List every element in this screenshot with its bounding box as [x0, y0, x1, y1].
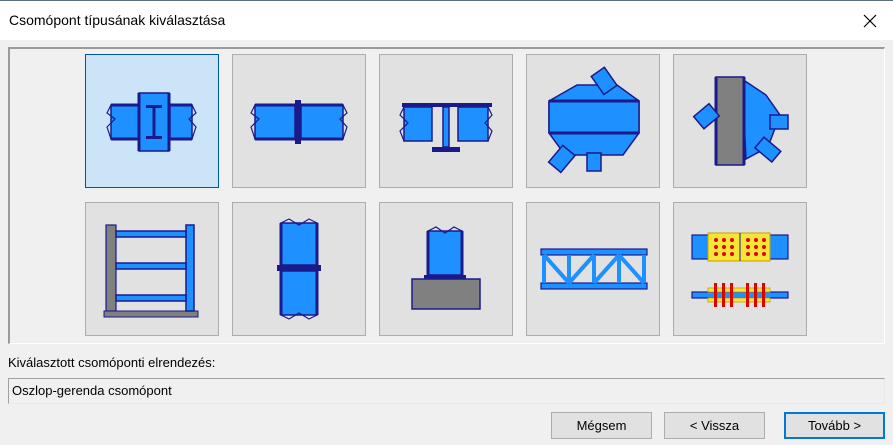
frame-base-icon [103, 224, 199, 318]
tile-column-beam-joint[interactable] [85, 54, 219, 188]
joint-type-grid [8, 47, 885, 344]
beam-to-beam-joint-icon [399, 103, 493, 152]
close-button[interactable] [847, 1, 893, 40]
selected-layout-field: Oszlop-gerenda csomópont [8, 378, 885, 404]
selected-layout-label: Kiválasztott csomóponti elrendezés: [8, 355, 216, 370]
tile-truss-node[interactable] [526, 54, 660, 188]
cancel-button[interactable]: Mégsem [551, 412, 652, 439]
tile-beam-splice[interactable] [232, 54, 366, 188]
truss-icon [540, 248, 648, 290]
tile-beam-to-beam-joint[interactable] [379, 54, 513, 188]
back-button[interactable]: < Vissza [664, 412, 765, 439]
next-button[interactable]: Tovább > [784, 412, 885, 439]
beam-splice-icon [250, 100, 348, 144]
tile-brace-gusset-joint[interactable] [673, 54, 807, 188]
column-base-icon [411, 226, 481, 310]
tile-bolted-plate[interactable] [673, 202, 807, 336]
close-icon [863, 14, 877, 27]
column-splice-icon [277, 218, 321, 320]
tile-truss[interactable] [526, 202, 660, 336]
tile-column-splice[interactable] [232, 202, 366, 336]
brace-gusset-joint-icon [692, 76, 789, 166]
column-beam-joint-icon [106, 92, 197, 152]
tile-column-base[interactable] [379, 202, 513, 336]
truss-node-icon [547, 66, 640, 174]
tile-frame-base[interactable] [85, 202, 219, 336]
title-bar: Csomópont típusának kiválasztása [0, 0, 893, 40]
bolted-plate-icon [691, 232, 789, 307]
window-title: Csomópont típusának kiválasztása [9, 12, 226, 28]
